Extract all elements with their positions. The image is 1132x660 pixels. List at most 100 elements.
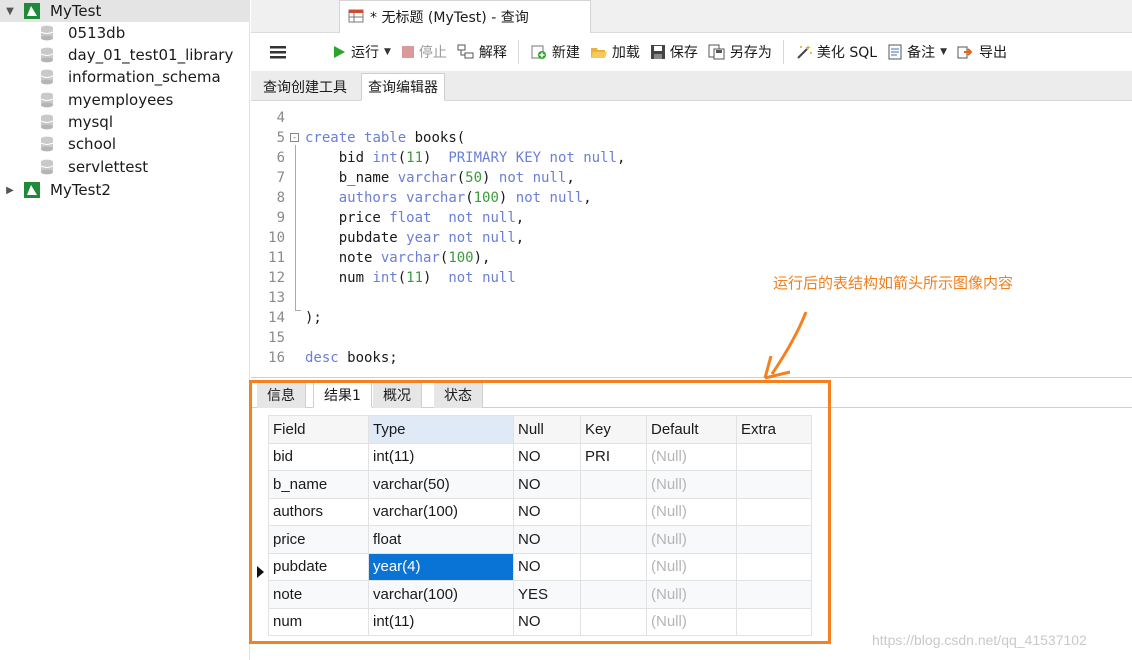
tree-db-item[interactable]: myemployees (40, 89, 173, 111)
tree-db-item[interactable]: school (40, 133, 116, 155)
sql-token: ), (473, 250, 491, 266)
stop-button[interactable]: 停止 (396, 38, 452, 66)
tab-profile[interactable]: 概况 (373, 382, 422, 408)
grid-cell-field[interactable]: price (268, 525, 369, 554)
save-as-label: 另存为 (729, 45, 772, 61)
tab-result1[interactable]: 结果1 (313, 382, 372, 408)
grid-cell-field[interactable]: pubdate (268, 552, 369, 581)
tree-db-label: day_01_test01_library (68, 46, 234, 64)
grid-cell-null[interactable]: NO (513, 552, 581, 581)
grid-cell-field[interactable]: bid (268, 442, 369, 471)
grid-cell-extra[interactable] (736, 497, 812, 526)
load-button[interactable]: 加载 (585, 38, 645, 66)
watermark-text: https://blog.csdn.net/qq_41537102 (872, 632, 1087, 648)
sql-editor[interactable]: 4 5- create table books(6 bid int(11) PRIM… (251, 101, 1132, 375)
fold-toggle-icon[interactable]: - (290, 133, 299, 142)
grid-cell-null[interactable]: NO (513, 607, 581, 636)
grid-cell-default[interactable]: (Null) (646, 580, 737, 609)
tree-db-item[interactable]: mysql (40, 111, 113, 133)
chevron-right-icon[interactable]: ▶ (2, 185, 18, 196)
new-button[interactable]: 新建 (525, 38, 585, 66)
result-grid[interactable]: Field Type Null Key Default Extra bid int… (268, 415, 812, 636)
grid-cell-null[interactable]: NO (513, 442, 581, 471)
grid-cell-field[interactable]: note (268, 580, 369, 609)
table-row[interactable]: num int(11) NO (Null) (268, 607, 812, 636)
grid-cell-field[interactable]: num (268, 607, 369, 636)
grid-cell-null[interactable]: NO (513, 525, 581, 554)
grid-cell-default[interactable]: (Null) (646, 607, 737, 636)
database-icon (40, 159, 54, 175)
grid-cell-type[interactable]: varchar(50) (368, 470, 514, 499)
table-row[interactable]: bid int(11) NO PRI (Null) (268, 442, 812, 471)
grid-cell-type[interactable]: year(4) (368, 552, 514, 581)
grid-cell-extra[interactable] (736, 607, 812, 636)
explain-button[interactable]: 解释 (452, 38, 512, 66)
grid-cell-key[interactable] (580, 607, 647, 636)
caret-down-icon[interactable]: ▼ (940, 47, 947, 57)
sql-keyword: desc (305, 350, 339, 366)
tree-db-item[interactable]: information_schema (40, 66, 221, 88)
grid-cell-field[interactable]: b_name (268, 470, 369, 499)
query-document-tab[interactable]: * 无标题 (MyTest) - 查询 (339, 0, 591, 33)
grid-cell-key[interactable] (580, 552, 647, 581)
grid-cell-field[interactable]: authors (268, 497, 369, 526)
tab-query-builder[interactable]: 查询创建工具 (257, 73, 353, 101)
grid-cell-type[interactable]: varchar(100) (368, 580, 514, 609)
column-header[interactable]: Type (368, 415, 514, 444)
sql-token: , (566, 170, 575, 186)
grid-cell-key[interactable] (580, 525, 647, 554)
code-text: bid int(11) PRIMARY KEY not null, (305, 148, 626, 168)
grid-cell-default[interactable]: (Null) (646, 442, 737, 471)
grid-cell-key[interactable] (580, 580, 647, 609)
column-header[interactable]: Key (580, 415, 647, 444)
column-header[interactable]: Field (268, 415, 369, 444)
grid-cell-extra[interactable] (736, 442, 812, 471)
tab-query-editor[interactable]: 查询编辑器 (361, 73, 445, 101)
caret-down-icon[interactable]: ▼ (384, 47, 391, 57)
grid-cell-type[interactable]: int(11) (368, 442, 514, 471)
tree-connection-mytest[interactable]: ▼ MyTest (0, 0, 250, 22)
tree-connection-mytest2[interactable]: ▶ MyTest2 (0, 179, 250, 201)
table-row[interactable]: authors varchar(100) NO (Null) (268, 497, 812, 526)
grid-cell-default[interactable]: (Null) (646, 525, 737, 554)
grid-cell-null[interactable]: NO (513, 470, 581, 499)
query-toolbar: 运行 ▼ 停止 解释 新建 加载 保存 另存为 美化 SQL 备注 ▼ 导出 (251, 33, 1132, 71)
run-button[interactable]: 运行 ▼ (326, 38, 396, 66)
table-row[interactable]: b_name varchar(50) NO (Null) (268, 470, 812, 499)
grid-cell-null[interactable]: NO (513, 497, 581, 526)
column-header[interactable]: Null (513, 415, 581, 444)
grid-cell-extra[interactable] (736, 470, 812, 499)
tree-db-item[interactable]: servlettest (40, 156, 148, 178)
grid-cell-type[interactable]: int(11) (368, 607, 514, 636)
column-header[interactable]: Extra (736, 415, 812, 444)
tree-db-item[interactable]: 0513db (40, 22, 125, 44)
table-row[interactable]: note varchar(100) YES (Null) (268, 580, 812, 609)
save-as-button[interactable]: 另存为 (703, 38, 777, 66)
tree-db-item[interactable]: day_01_test01_library (40, 44, 233, 66)
tab-status[interactable]: 状态 (434, 382, 483, 408)
save-button[interactable]: 保存 (645, 38, 703, 66)
tab-info[interactable]: 信息 (257, 382, 306, 408)
export-button[interactable]: 导出 (952, 38, 1012, 66)
grid-cell-extra[interactable] (736, 580, 812, 609)
grid-cell-default[interactable]: (Null) (646, 470, 737, 499)
grid-cell-extra[interactable] (736, 525, 812, 554)
beautify-sql-button[interactable]: 美化 SQL (790, 38, 882, 66)
table-row[interactable]: pubdate year(4) NO (Null) (268, 552, 812, 581)
new-query-icon (531, 45, 546, 59)
grid-cell-extra[interactable] (736, 552, 812, 581)
grid-cell-type[interactable]: float (368, 525, 514, 554)
grid-cell-key[interactable]: PRI (580, 442, 647, 471)
tab-label: 概况 (383, 388, 411, 404)
grid-cell-default[interactable]: (Null) (646, 497, 737, 526)
grid-cell-null[interactable]: YES (513, 580, 581, 609)
grid-cell-key[interactable] (580, 470, 647, 499)
grid-cell-default[interactable]: (Null) (646, 552, 737, 581)
chevron-down-icon[interactable]: ▼ (2, 6, 18, 17)
column-header[interactable]: Default (646, 415, 737, 444)
menu-button[interactable] (251, 38, 296, 66)
table-row[interactable]: price float NO (Null) (268, 525, 812, 554)
note-button[interactable]: 备注 ▼ (882, 38, 952, 66)
grid-cell-key[interactable] (580, 497, 647, 526)
grid-cell-type[interactable]: varchar(100) (368, 497, 514, 526)
